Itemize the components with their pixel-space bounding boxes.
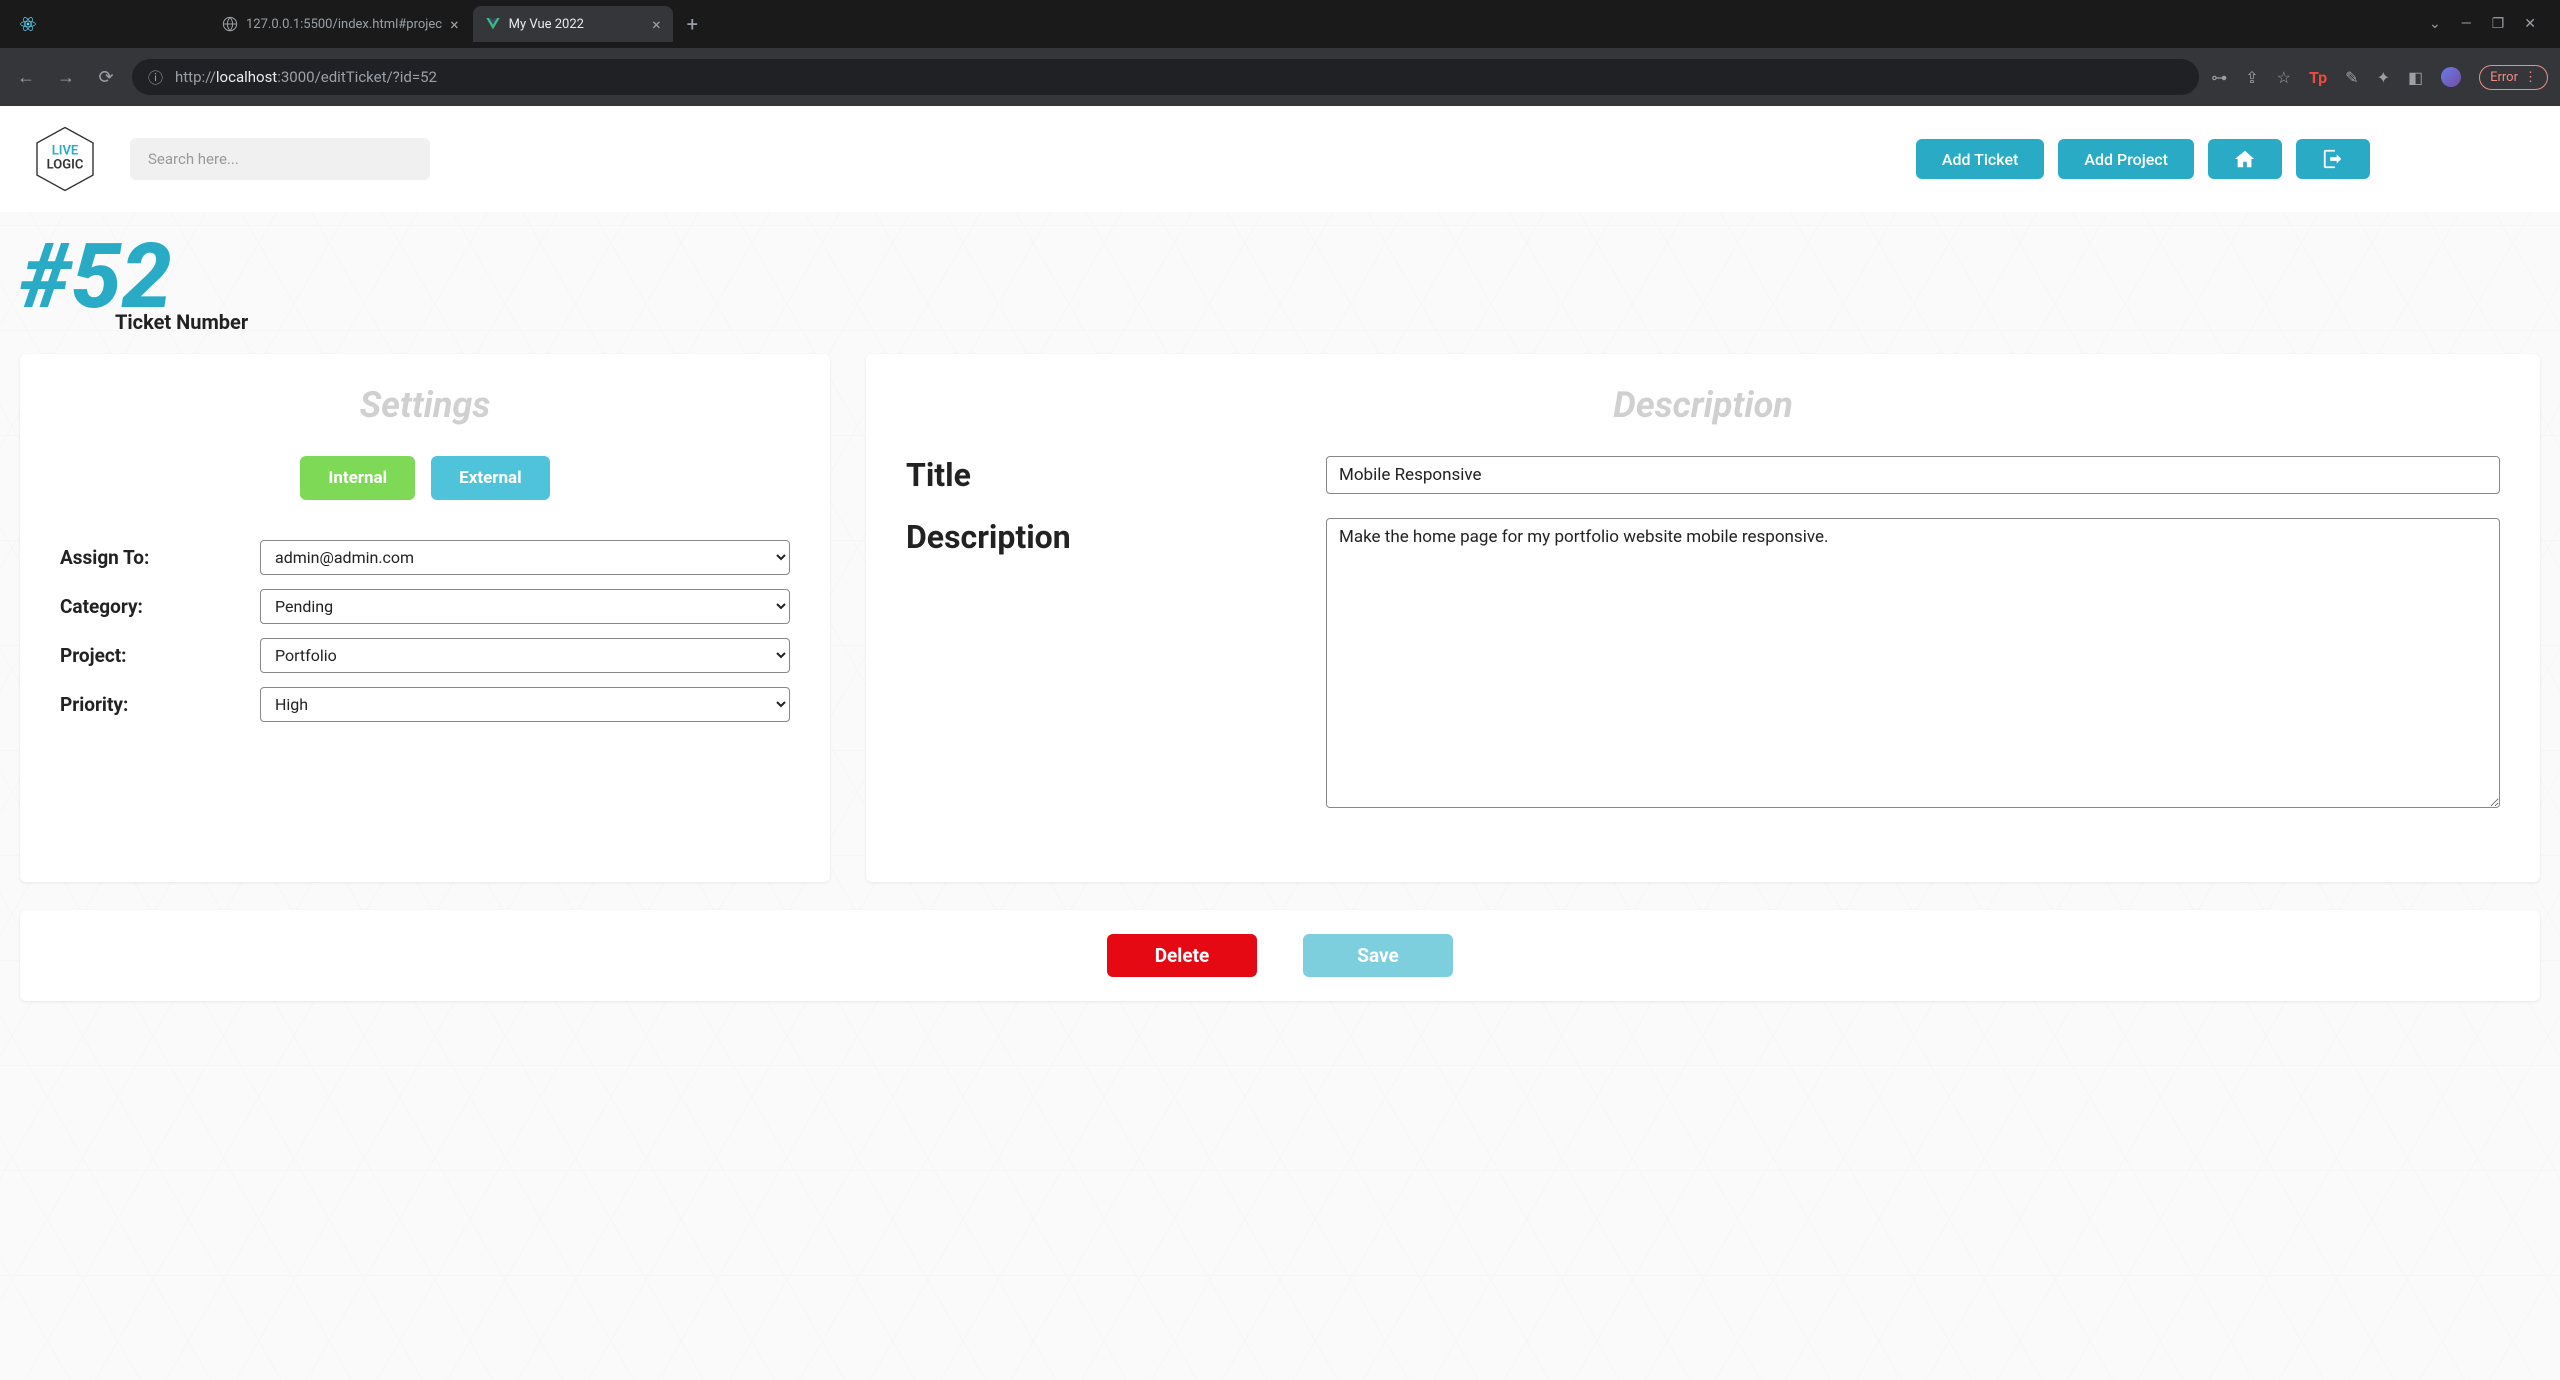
ticket-header: #52 Ticket Number — [20, 232, 2540, 334]
tab-title: My Vue 2022 — [509, 17, 584, 32]
description-row: Description Make the home page for my po… — [906, 518, 2500, 808]
priority-row: Priority: High — [60, 687, 790, 722]
error-badge[interactable]: Error ⋮ — [2479, 65, 2548, 90]
priority-select[interactable]: High — [260, 687, 790, 722]
project-label: Project: — [60, 644, 260, 667]
vue-icon — [485, 16, 501, 32]
action-bar: Delete Save — [20, 910, 2540, 1001]
project-select[interactable]: Portfolio — [260, 638, 790, 673]
assign-to-select[interactable]: admin@admin.com — [260, 540, 790, 575]
title-input[interactable] — [1326, 456, 2500, 494]
logout-icon — [2322, 148, 2344, 170]
browser-tab-0[interactable] — [8, 6, 208, 42]
home-button[interactable] — [2208, 139, 2282, 179]
maximize-icon[interactable]: ❐ — [2492, 16, 2505, 32]
back-button[interactable]: ← — [12, 67, 40, 88]
share-icon[interactable]: ⇪ — [2245, 68, 2258, 87]
browser-chrome: 127.0.0.1:5500/index.html#projec × My Vu… — [0, 0, 2560, 106]
panel-icon[interactable]: ◧ — [2408, 68, 2423, 87]
add-ticket-button[interactable]: Add Ticket — [1916, 139, 2045, 179]
edit-icon[interactable]: ✎ — [2345, 68, 2358, 87]
browser-tab-1[interactable]: 127.0.0.1:5500/index.html#projec × — [210, 6, 471, 42]
site-info-icon[interactable]: ⓘ — [148, 67, 163, 88]
tp-icon[interactable]: Tp — [2309, 68, 2327, 87]
ticket-number-label: Ticket Number — [115, 310, 2540, 334]
tab-close-icon[interactable]: × — [652, 15, 661, 34]
topbar-actions: Add Ticket Add Project — [1916, 139, 2530, 179]
page-content: LIVE LOGIC Add Ticket Add Project #52 Ti… — [0, 106, 2560, 1380]
assign-to-row: Assign To: admin@admin.com — [60, 540, 790, 575]
logout-button[interactable] — [2296, 139, 2370, 179]
title-row: Title — [906, 456, 2500, 494]
category-select[interactable]: Pending — [260, 589, 790, 624]
search-input[interactable] — [130, 138, 430, 180]
save-button[interactable]: Save — [1303, 934, 1453, 977]
app-topbar: LIVE LOGIC Add Ticket Add Project — [0, 106, 2560, 212]
main-content: #52 Ticket Number Settings Internal Exte… — [0, 212, 2560, 1021]
logo-text: LIVE LOGIC — [47, 145, 84, 174]
description-panel: Description Title Description Make the h… — [866, 354, 2540, 882]
category-label: Category: — [60, 595, 260, 618]
url-bar[interactable]: ⓘ http://localhost:3000/editTicket/?id=5… — [132, 59, 2199, 95]
category-row: Category: Pending — [60, 589, 790, 624]
tab-title: 127.0.0.1:5500/index.html#projec — [246, 17, 442, 32]
key-icon[interactable]: ⊶ — [2211, 68, 2227, 87]
forward-button[interactable]: → — [52, 67, 80, 88]
logo[interactable]: LIVE LOGIC — [30, 124, 100, 194]
priority-label: Priority: — [60, 693, 260, 716]
external-type-button[interactable]: External — [431, 456, 550, 500]
settings-panel-title: Settings — [60, 384, 790, 426]
tab-close-icon[interactable]: × — [450, 15, 459, 34]
internal-type-button[interactable]: Internal — [300, 456, 415, 500]
browser-tab-2[interactable]: My Vue 2022 × — [473, 6, 673, 42]
new-tab-button[interactable]: + — [675, 12, 710, 36]
description-panel-title: Description — [906, 384, 2500, 426]
address-bar: ← → ⟳ ⓘ http://localhost:3000/editTicket… — [0, 48, 2560, 106]
window-controls: ⌄ — ❐ ✕ — [2429, 16, 2552, 32]
chevron-down-icon[interactable]: ⌄ — [2429, 16, 2441, 32]
globe-icon — [222, 16, 238, 32]
description-label: Description — [906, 518, 1326, 808]
project-row: Project: Portfolio — [60, 638, 790, 673]
home-icon — [2234, 148, 2256, 170]
settings-panel: Settings Internal External Assign To: ad… — [20, 354, 830, 882]
minimize-icon[interactable]: — — [2461, 16, 2472, 32]
panels-container: Settings Internal External Assign To: ad… — [20, 354, 2540, 882]
ticket-number: #52 — [20, 232, 2540, 322]
type-buttons: Internal External — [60, 456, 790, 500]
assign-to-label: Assign To: — [60, 546, 260, 569]
add-project-button[interactable]: Add Project — [2058, 139, 2194, 179]
title-label: Title — [906, 456, 1326, 494]
react-icon — [20, 16, 36, 32]
profile-avatar[interactable] — [2441, 67, 2461, 87]
close-icon[interactable]: ✕ — [2524, 16, 2536, 32]
menu-dots-icon: ⋮ — [2524, 70, 2537, 85]
tab-bar: 127.0.0.1:5500/index.html#projec × My Vu… — [0, 0, 2560, 48]
reload-button[interactable]: ⟳ — [92, 67, 120, 88]
star-icon[interactable]: ☆ — [2277, 68, 2291, 87]
browser-toolbar-right: ⊶ ⇪ ☆ Tp ✎ ✦ ◧ Error ⋮ — [2211, 65, 2548, 90]
description-textarea[interactable]: Make the home page for my portfolio webs… — [1326, 518, 2500, 808]
url-text: http://localhost:3000/editTicket/?id=52 — [175, 68, 437, 86]
delete-button[interactable]: Delete — [1107, 934, 1257, 977]
extensions-icon[interactable]: ✦ — [2377, 68, 2390, 87]
